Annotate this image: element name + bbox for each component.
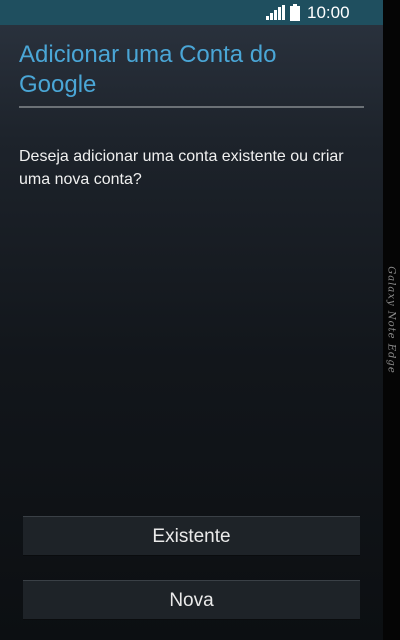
edge-panel-label: Galaxy Note Edge — [385, 266, 397, 374]
new-account-button[interactable]: Nova — [23, 580, 360, 620]
phone-screen: 10:00 Adicionar uma Conta do Google Dese… — [0, 0, 400, 640]
question-text: Deseja adicionar uma conta existente ou … — [19, 148, 344, 188]
account-setup-screen: 10:00 Adicionar uma Conta do Google Dese… — [0, 0, 383, 640]
battery-icon — [290, 4, 300, 21]
existing-account-button[interactable]: Existente — [23, 516, 360, 556]
status-time: 10:00 — [307, 3, 350, 22]
title-divider — [19, 106, 364, 108]
signal-icon — [266, 5, 285, 20]
page-title: Adicionar uma Conta do Google — [19, 41, 277, 98]
status-bar: 10:00 — [0, 0, 383, 25]
